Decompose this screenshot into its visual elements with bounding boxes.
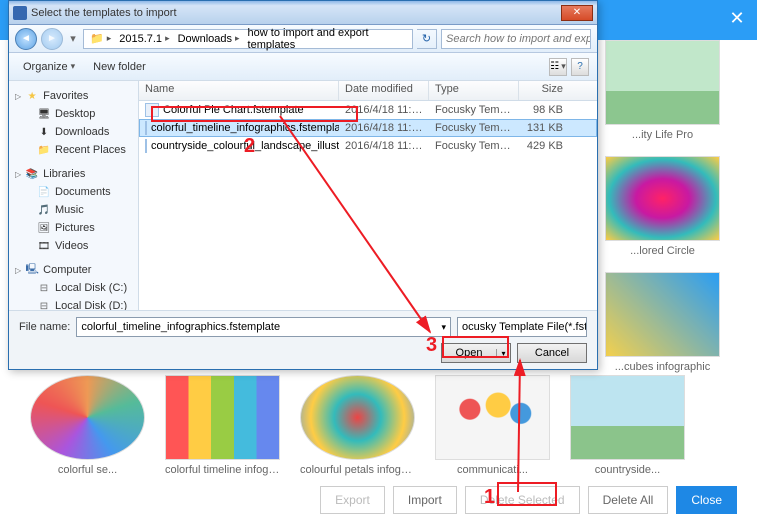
col-type[interactable]: Type [429,81,519,100]
recent-icon: 📁 [37,143,51,157]
gallery-item[interactable]: colorful timeline infographics [165,375,280,476]
desktop-icon: 🖥 [37,107,51,121]
pictures-icon: 🖼 [37,221,51,235]
gallery-item[interactable]: colorful se... [30,375,145,476]
import-button[interactable]: Import [393,486,457,514]
documents-icon: 📄 [37,185,51,199]
sidebar-item-desktop[interactable]: 🖥Desktop [9,105,138,123]
file-row[interactable]: Colorful Pie Chart.fstemplate 2016/4/18 … [139,101,597,119]
sidebar-group-computer[interactable]: ▷🖳Computer [9,261,138,279]
gallery-label: colorful se... [30,464,145,476]
download-icon: ⬇ [37,125,51,139]
file-open-dialog: Select the templates to import ✕ ◄ ► ▾ 📁… [8,0,598,370]
back-button[interactable]: ◄ [15,28,37,50]
sidebar-item-downloads[interactable]: ⬇Downloads [9,123,138,141]
gallery-label: ...cubes infographic [605,361,720,373]
close-icon[interactable]: ✕ [727,8,747,28]
gallery-label: countryside... [570,464,685,476]
open-dropdown-icon[interactable]: ▾ [496,349,510,358]
sidebar-group-favorites[interactable]: ▷★Favorites [9,87,138,105]
computer-icon: 🖳 [25,263,39,277]
app-icon [13,6,27,20]
gallery-item[interactable]: colourful petals infographic [300,375,415,476]
delete-all-button[interactable]: Delete All [588,486,669,514]
gallery-label: ...ity Life Pro [605,129,720,141]
library-icon: 📚 [25,167,39,181]
nav-bar: ◄ ► ▾ 📁▸ 2015.7.1▸ Downloads▸ how to imp… [9,25,597,53]
file-icon [145,121,147,135]
file-icon [145,103,159,117]
dialog-footer: File name: colorful_timeline_infographic… [9,310,597,369]
gallery-label: communicati... [435,464,550,476]
forward-button[interactable]: ► [41,28,63,50]
col-name[interactable]: Name [139,81,339,100]
folder-icon: 📁 [90,32,104,45]
sidebar-group-libraries[interactable]: ▷📚Libraries [9,165,138,183]
gallery-label: ...lored Circle [605,245,720,257]
file-icon [145,139,147,153]
search-input[interactable]: Search how to import and exp... [441,29,591,49]
drive-icon: ⊟ [37,281,51,295]
list-header: Name Date modified Type Size [139,81,597,101]
gallery-label: colourful petals infographic [300,464,415,476]
col-size[interactable]: Size [519,81,569,100]
refresh-button[interactable]: ↻ [417,29,437,49]
dialog-title: Select the templates to import [31,7,559,19]
gallery-item[interactable]: countryside... [570,375,685,476]
open-button[interactable]: Open▾ [441,343,511,363]
music-icon: 🎵 [37,203,51,217]
breadcrumb-item[interactable]: how to import and export templates [248,27,406,51]
sidebar-item-recent[interactable]: 📁Recent Places [9,141,138,159]
sidebar-item-music[interactable]: 🎵Music [9,201,138,219]
sidebar-item-videos[interactable]: 🎞Videos [9,237,138,255]
history-dropdown-icon[interactable]: ▾ [67,29,79,49]
sidebar-item-drive-d[interactable]: ⊟Local Disk (D:) [9,297,138,310]
organize-button[interactable]: Organize▾ [17,59,81,75]
gallery-item[interactable]: ...ity Life Pro [605,40,720,141]
export-button[interactable]: Export [320,486,385,514]
breadcrumb-item[interactable]: Downloads [178,33,232,45]
sidebar-item-drive-c[interactable]: ⊟Local Disk (C:) [9,279,138,297]
videos-icon: 🎞 [37,239,51,253]
filename-input[interactable]: colorful_timeline_infographics.fstemplat… [76,317,451,337]
delete-selected-button[interactable]: Delete Selected [465,486,580,514]
dialog-titlebar: Select the templates to import ✕ [9,1,597,25]
gallery-label: colorful timeline infographics [165,464,280,476]
gallery-item[interactable]: ...lored Circle [605,156,720,257]
sidebar-item-pictures[interactable]: 🖼Pictures [9,219,138,237]
toolbar: Organize▾ New folder ☷▾ ? [9,53,597,81]
new-folder-button[interactable]: New folder [87,59,152,75]
filter-dropdown[interactable]: ocusky Template File(*.fstemp▾ [457,317,587,337]
help-icon[interactable]: ? [571,58,589,76]
sidebar: ▷★Favorites 🖥Desktop ⬇Downloads 📁Recent … [9,81,139,310]
bottom-toolbar: Export Import Delete Selected Delete All… [0,476,757,524]
view-options-icon[interactable]: ☷▾ [549,58,567,76]
cancel-button[interactable]: Cancel [517,343,587,363]
breadcrumb-item[interactable]: 2015.7.1 [119,33,162,45]
star-icon: ★ [25,89,39,103]
filename-label: File name: [19,321,70,333]
close-button[interactable]: Close [676,486,737,514]
drive-icon: ⊟ [37,299,51,310]
window-close-button[interactable]: ✕ [561,5,593,21]
file-row[interactable]: countryside_colourful_landscape_illustra… [139,137,597,155]
file-list: Name Date modified Type Size Colorful Pi… [139,81,597,310]
sidebar-item-documents[interactable]: 📄Documents [9,183,138,201]
file-row-selected[interactable]: colorful_timeline_infographics.fstemplat… [139,119,597,137]
gallery-item[interactable]: ...cubes infographic [605,272,720,373]
breadcrumb[interactable]: 📁▸ 2015.7.1▸ Downloads▸ how to import an… [83,29,413,49]
gallery-item[interactable]: communicati... [435,375,550,476]
col-date[interactable]: Date modified [339,81,429,100]
